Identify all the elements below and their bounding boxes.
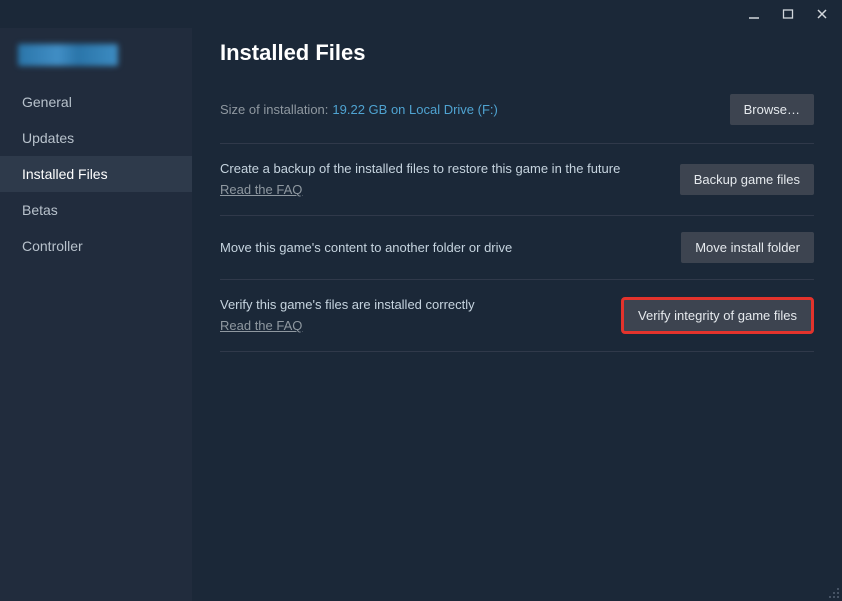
game-title-redacted — [18, 44, 118, 66]
verify-section: Verify this game's files are installed c… — [220, 279, 814, 351]
sidebar-item-controller[interactable]: Controller — [0, 228, 192, 264]
move-install-folder-button[interactable]: Move install folder — [681, 232, 814, 263]
page-title: Installed Files — [220, 40, 814, 66]
verify-faq-link[interactable]: Read the FAQ — [220, 318, 302, 333]
sidebar-item-updates[interactable]: Updates — [0, 120, 192, 156]
browse-button[interactable]: Browse… — [730, 94, 814, 125]
sidebar-item-betas[interactable]: Betas — [0, 192, 192, 228]
backup-faq-link[interactable]: Read the FAQ — [220, 182, 302, 197]
move-description: Move this game's content to another fold… — [220, 239, 512, 257]
backup-description: Create a backup of the installed files t… — [220, 160, 620, 178]
backup-game-files-button[interactable]: Backup game files — [680, 164, 814, 195]
window-maximize-button[interactable] — [776, 4, 800, 24]
size-label: Size of installation: — [220, 102, 328, 117]
sidebar: General Updates Installed Files Betas Co… — [0, 28, 192, 601]
backup-section: Create a backup of the installed files t… — [220, 143, 814, 215]
window-minimize-button[interactable] — [742, 4, 766, 24]
resize-grip-icon[interactable] — [826, 585, 840, 599]
window-close-button[interactable] — [810, 4, 834, 24]
verify-integrity-button[interactable]: Verify integrity of game files — [621, 297, 814, 334]
sidebar-item-general[interactable]: General — [0, 84, 192, 120]
content-pane: Installed Files Size of installation: 19… — [192, 28, 842, 601]
move-section: Move this game's content to another fold… — [220, 215, 814, 279]
installation-size-row: Size of installation: 19.22 GB on Local … — [220, 94, 814, 125]
size-value-link[interactable]: 19.22 GB on Local Drive (F:) — [332, 102, 497, 117]
window-titlebar — [0, 0, 842, 28]
sidebar-item-installed-files[interactable]: Installed Files — [0, 156, 192, 192]
verify-description: Verify this game's files are installed c… — [220, 296, 475, 314]
